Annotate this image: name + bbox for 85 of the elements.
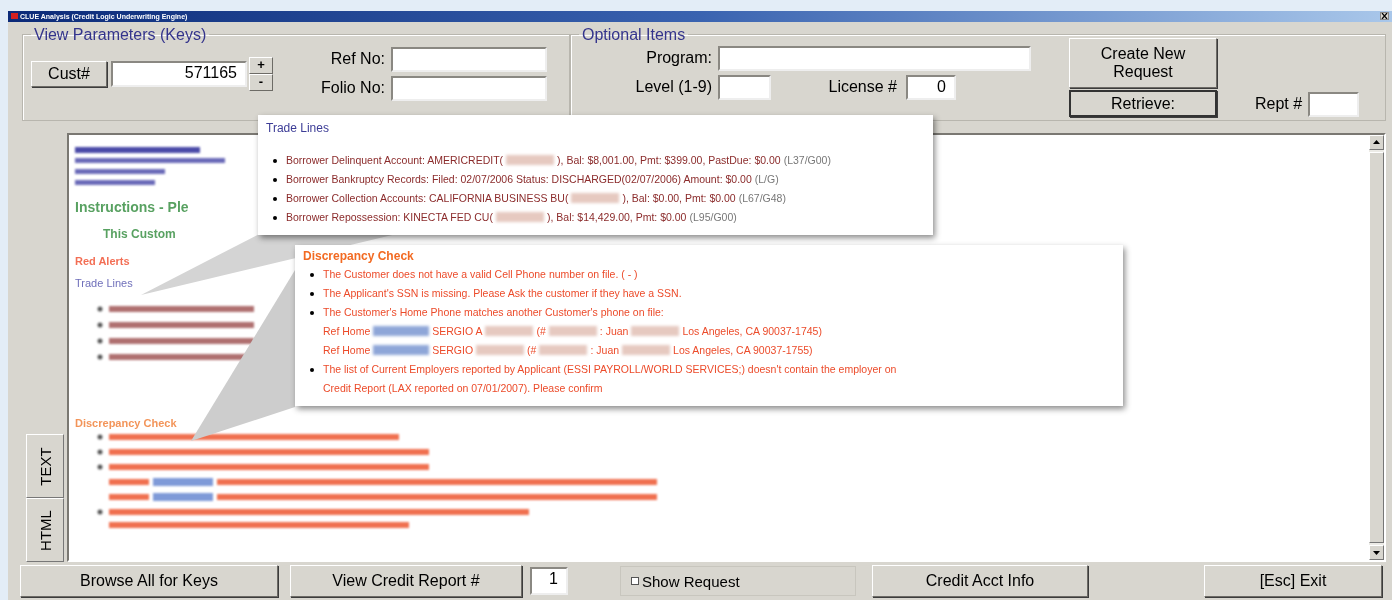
rept-field[interactable] <box>1308 91 1360 117</box>
report-text: Borrower Collection Accounts: CALIFORNIA BUSINESS BU( <box>286 190 569 206</box>
report-text: Borrower Delinquent Account: AMERICREDIT( <box>286 152 504 168</box>
ref-field[interactable] <box>391 46 547 72</box>
report-text: Ref Home <box>323 323 371 339</box>
trade-code: (L95/G00) <box>689 209 737 225</box>
report-text: Credit Report (LAX reported on 07/01/2007). Please confirm <box>323 380 603 396</box>
retrieve-button[interactable]: Retrieve: <box>1069 89 1217 117</box>
bullet-icon <box>310 272 314 277</box>
report-text: The Customer's Home Phone matches another Customer's phone on file: <box>323 304 664 320</box>
folio-label: Folio No: <box>319 79 385 98</box>
bullet-icon <box>310 310 314 315</box>
license-field[interactable]: 0 <box>906 74 956 100</box>
redacted-mark <box>548 326 597 337</box>
redacted-mark <box>539 345 588 356</box>
report-text: Los Angeles, CA 90037-1745) <box>682 323 822 339</box>
redacted-mark <box>622 345 671 356</box>
scrollbar[interactable] <box>1369 134 1384 561</box>
redacted-mark <box>495 212 544 223</box>
report-text: Borrower Repossession: KINECTA FED CU( <box>286 209 493 225</box>
program-field[interactable] <box>718 45 1031 71</box>
redacted-mark <box>506 155 555 166</box>
redacted-mark <box>485 326 534 337</box>
rept-label: Rept # <box>1255 95 1303 114</box>
report-text: (# <box>527 342 537 358</box>
increment-button[interactable]: + <box>249 56 273 74</box>
program-label: Program: <box>645 49 712 68</box>
scroll-down-icon[interactable] <box>1373 550 1380 555</box>
phone-link[interactable] <box>373 345 430 356</box>
show-request-label: Show Request <box>642 572 740 590</box>
group-title: Optional Items <box>581 25 687 44</box>
report-text: ), Bal: $14,429.00, Pmt: $0.00 <box>546 209 687 225</box>
report-text: Los Angeles, CA 90037-1755) <box>673 342 813 358</box>
ref-label: Ref No: <box>329 50 385 69</box>
trade-code: (L37/G00) <box>783 152 831 168</box>
credit-acct-info-button[interactable]: Credit Acct Info <box>872 565 1088 598</box>
report-text: The list of Current Employers reported by Applicant (ESSI PAYROLL/WORLD SERVICES;) doesn't contain the employer on <box>323 361 897 377</box>
app-icon <box>11 13 18 20</box>
report-text: ), Bal: $8,001.00, Pmt: $399.00, PastDue: $0.00 <box>557 152 781 168</box>
close-button[interactable] <box>1380 12 1389 21</box>
side-tab[interactable]: HTML <box>26 498 64 563</box>
report-text: SERGIO <box>432 342 474 358</box>
show-request-checkbox[interactable] <box>631 577 639 586</box>
redacted-mark <box>476 345 525 356</box>
report-text: (# <box>536 323 546 339</box>
scroll-up-icon[interactable] <box>1373 140 1380 145</box>
report-text: The Applicant's SSN is missing. Please Ask the customer if they have a SSN. <box>323 285 682 301</box>
report-text: Ref Home <box>323 342 371 358</box>
trade-lines-heading: Trade Lines <box>75 276 133 289</box>
instructions-heading: Instructions - Ple <box>75 198 189 215</box>
trade-code: (L67/G48) <box>738 190 786 206</box>
report-text: ), Bal: $0.00, Pmt: $0.00 <box>622 190 736 206</box>
folio-field[interactable] <box>391 75 547 101</box>
redacted-mark <box>631 326 680 337</box>
callout-title: Trade Lines <box>266 120 330 135</box>
alerts-heading: Red Alerts <box>75 254 130 267</box>
phone-link[interactable] <box>373 326 430 337</box>
instruction-text: This Custom <box>103 226 176 241</box>
bullet-icon <box>310 291 314 296</box>
level-field[interactable] <box>718 74 771 100</box>
bullet-icon <box>273 177 277 182</box>
report-number-field[interactable]: 1 <box>530 567 568 596</box>
create-request-button[interactable]: Create New Request <box>1069 37 1217 88</box>
group-title: View Parameters (Keys) <box>33 25 208 44</box>
exit-button[interactable]: [Esc] Exit <box>1204 565 1382 598</box>
bullet-icon <box>273 196 277 201</box>
report-text: Borrower Bankruptcy Records: Filed: 02/07/2006 Status: DISCHARGED(02/07/2006) Amount: $0.00 <box>286 171 752 187</box>
level-label: Level (1-9) <box>634 78 712 97</box>
redacted-mark <box>571 193 620 204</box>
callout-title: Discrepancy Check <box>303 248 415 263</box>
bullet-icon <box>273 215 277 220</box>
bullet-icon <box>273 158 277 163</box>
report-text: : Juan <box>599 323 629 339</box>
report-text: SERGIO A <box>432 323 483 339</box>
cust-field[interactable]: 571165 <box>111 60 247 87</box>
discrepancy-heading: Discrepancy Check <box>75 416 177 429</box>
cust-button[interactable]: Cust# <box>31 60 107 87</box>
report-text: The Customer does not have a valid Cell Phone number on file. ( - ) <box>323 266 638 282</box>
bullet-icon <box>310 367 314 372</box>
view-credit-report-button[interactable]: View Credit Report # <box>290 565 522 598</box>
trade-code: (L/G) <box>754 171 779 187</box>
report-text: : Juan <box>590 342 620 358</box>
license-label: License # <box>827 78 897 97</box>
browse-button[interactable]: Browse All for Keys <box>20 565 278 598</box>
side-tab[interactable]: TEXT <box>26 434 64 499</box>
